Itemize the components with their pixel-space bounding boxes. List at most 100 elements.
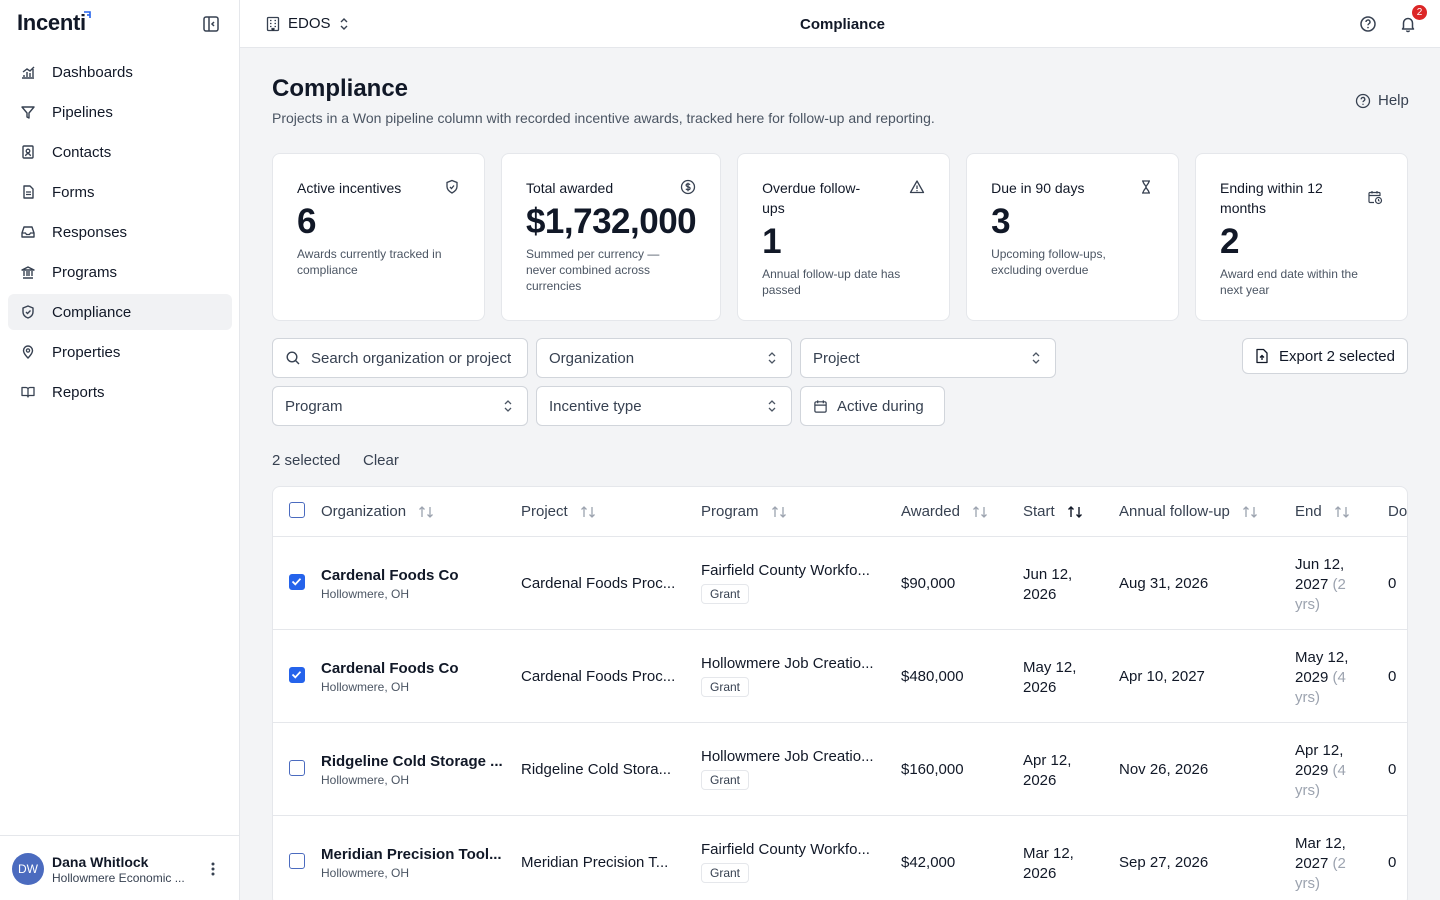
end-duration: (2 xyxy=(1332,576,1346,593)
org-name[interactable]: Ridgeline Cold Storage ... xyxy=(321,753,503,770)
sidebar-item-label: Contacts xyxy=(52,143,112,161)
program-name[interactable]: Fairfield County Workfo... xyxy=(701,841,870,858)
help-link[interactable]: Help xyxy=(1355,92,1409,109)
sort-icon xyxy=(419,505,434,518)
program-name[interactable]: Hollowmere Job Creatio... xyxy=(701,748,874,765)
organization-select[interactable]: Organization xyxy=(536,338,792,378)
column-end[interactable]: End xyxy=(1295,503,1350,520)
card-label: Ending within 12 months xyxy=(1220,180,1323,216)
followup-date: Apr 10, 2027 xyxy=(1119,668,1205,685)
table-row[interactable]: Meridian Precision Tool... Hollowmere, O… xyxy=(273,816,1407,900)
project-select[interactable]: Project xyxy=(800,338,1056,378)
end-date-year: 2029 xyxy=(1295,762,1329,779)
column-annual-followup[interactable]: Annual follow-up xyxy=(1119,503,1258,520)
end-date-year: 2029 xyxy=(1295,669,1329,686)
column-organization[interactable]: Organization xyxy=(321,503,434,520)
card-total-awarded: Total awarded $1,732,000 Summed per curr… xyxy=(500,153,722,321)
select-all-checkbox[interactable] xyxy=(289,502,305,518)
row-checkbox-checked[interactable] xyxy=(289,574,305,590)
program-select[interactable]: Program xyxy=(272,386,528,426)
org-location: Hollowmere, OH xyxy=(321,773,410,787)
table-row[interactable]: Ridgeline Cold Storage ... Hollowmere, O… xyxy=(273,723,1407,816)
end-date-line: Apr 12, xyxy=(1295,742,1344,759)
project-name[interactable]: Meridian Precision T... xyxy=(521,854,668,871)
search-input[interactable]: Search organization or project xyxy=(272,338,528,378)
sidebar-item-properties[interactable]: Properties xyxy=(8,334,232,370)
search-icon xyxy=(286,351,300,365)
end-duration-unit: yrs) xyxy=(1295,875,1320,892)
app-logo[interactable]: Incenti xyxy=(17,10,91,36)
program-select-label: Program xyxy=(285,397,343,415)
followup-date: Aug 31, 2026 xyxy=(1119,575,1209,592)
table-row[interactable]: Cardenal Foods Co Hollowmere, OH Cardena… xyxy=(273,537,1407,630)
chevron-up-down-icon xyxy=(340,17,348,30)
card-value: $1,732,000 xyxy=(525,202,697,241)
sidebar-item-dashboards[interactable]: Dashboards xyxy=(8,54,232,90)
help-circle-icon[interactable] xyxy=(1359,15,1377,33)
table-row[interactable]: Cardenal Foods Co Hollowmere, OH Cardena… xyxy=(273,630,1407,723)
column-program[interactable]: Program xyxy=(701,503,787,520)
sidebar-item-responses[interactable]: Responses xyxy=(8,214,232,250)
hourglass-icon xyxy=(1142,180,1151,194)
export-selected-button[interactable]: Export 2 selected xyxy=(1242,338,1408,374)
project-name[interactable]: Cardenal Foods Proc... xyxy=(521,575,675,592)
org-name: EDOS xyxy=(288,15,331,32)
active-during-button[interactable]: Active during xyxy=(800,386,945,426)
card-active-incentives: Active incentives 6 Awards currently tra… xyxy=(272,153,485,321)
sidebar-item-contacts[interactable]: Contacts xyxy=(8,134,232,170)
start-date-line: 2026 xyxy=(1023,586,1057,603)
table-header: Organization Project Program Awarded Sta… xyxy=(273,487,1407,537)
sidebar-item-pipelines[interactable]: Pipelines xyxy=(8,94,232,130)
sidebar-item-reports[interactable]: Reports xyxy=(8,374,232,410)
incentive-type-label: Incentive type xyxy=(549,397,642,415)
org-switcher[interactable]: EDOS xyxy=(266,15,349,32)
sidebar-item-compliance[interactable]: Compliance xyxy=(8,294,232,330)
incentive-type-select[interactable]: Incentive type xyxy=(536,386,792,426)
notification-badge: 2 xyxy=(1412,5,1427,20)
column-awarded[interactable]: Awarded xyxy=(901,503,988,520)
user-org: Hollowmere Economic ... xyxy=(52,871,185,885)
org-name[interactable]: Meridian Precision Tool... xyxy=(321,846,502,863)
column-label: Organization xyxy=(321,503,407,520)
topbar: EDOS Compliance 2 xyxy=(240,0,1440,48)
program-name[interactable]: Fairfield County Workfo... xyxy=(701,562,870,579)
card-label: Overdue follow-ups xyxy=(762,180,861,216)
row-checkbox[interactable] xyxy=(289,853,305,869)
collapse-sidebar-icon[interactable] xyxy=(202,15,220,33)
start-date-line: Apr 12, xyxy=(1023,752,1072,769)
document-icon xyxy=(20,184,36,200)
project-name[interactable]: Cardenal Foods Proc... xyxy=(521,668,675,685)
sidebar-item-label: Responses xyxy=(52,223,128,241)
project-select-label: Project xyxy=(813,349,860,367)
org-name[interactable]: Cardenal Foods Co xyxy=(321,660,459,677)
project-name[interactable]: Ridgeline Cold Stora... xyxy=(521,761,671,778)
sidebar-item-label: Programs xyxy=(52,263,118,281)
column-project[interactable]: Project xyxy=(521,503,596,520)
end-duration-unit: yrs) xyxy=(1295,596,1320,613)
row-checkbox-checked[interactable] xyxy=(289,667,305,683)
program-name[interactable]: Hollowmere Job Creatio... xyxy=(701,655,874,672)
row-checkbox[interactable] xyxy=(289,760,305,776)
awarded-value: $160,000 xyxy=(901,761,964,778)
org-name[interactable]: Cardenal Foods Co xyxy=(321,567,459,584)
clear-selection-button[interactable]: Clear xyxy=(363,452,399,469)
end-duration: (4 xyxy=(1332,669,1346,686)
card-due-90-days: Due in 90 days 3 Upcoming follow-ups, ex… xyxy=(966,153,1180,321)
more-vertical-icon[interactable] xyxy=(206,860,220,878)
column-start[interactable]: Start xyxy=(1023,503,1083,520)
inbox-icon xyxy=(20,224,36,240)
user-profile[interactable]: DW Dana Whitlock Hollowmere Economic ... xyxy=(0,835,240,900)
docs-count: 0 xyxy=(1388,575,1397,592)
contact-book-icon xyxy=(20,144,36,160)
column-docs[interactable]: Doc xyxy=(1388,503,1407,520)
sort-icon xyxy=(972,505,987,518)
sidebar-item-forms[interactable]: Forms xyxy=(8,174,232,210)
user-name: Dana Whitlock xyxy=(52,854,149,870)
compliance-table: Organization Project Program Awarded Sta… xyxy=(272,486,1408,900)
chevron-up-down-icon xyxy=(768,400,776,412)
card-description: Awards currently tracked in compliance xyxy=(297,247,442,277)
avatar: DW xyxy=(12,853,44,885)
sidebar-item-programs[interactable]: Programs xyxy=(8,254,232,290)
start-date-line: May 12, xyxy=(1023,659,1077,676)
followup-date: Nov 26, 2026 xyxy=(1119,761,1209,778)
